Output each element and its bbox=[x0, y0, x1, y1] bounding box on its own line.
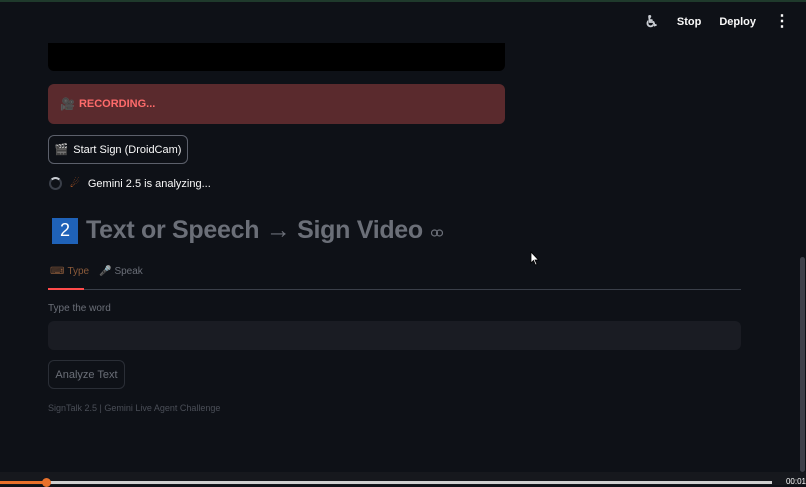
start-sign-label: Start Sign (DroidCam) bbox=[73, 143, 182, 156]
active-tab-indicator bbox=[48, 288, 84, 290]
camera-feed bbox=[48, 43, 505, 71]
analysis-status: ☄ Gemini 2.5 is analyzing... bbox=[49, 177, 211, 190]
seek-track[interactable] bbox=[0, 481, 772, 484]
video-player-bar: 00:01 bbox=[0, 472, 806, 487]
camera-icon: 🎥 bbox=[60, 97, 75, 111]
comet-icon: ☄ bbox=[70, 178, 80, 190]
clapperboard-icon: 🎬 bbox=[54, 144, 69, 156]
spinner-icon bbox=[49, 177, 62, 190]
input-mode-tabs: ⌨ Type 🎤 Speak bbox=[48, 260, 741, 290]
deploy-button[interactable]: Deploy bbox=[719, 16, 756, 28]
recording-text: RECORDING... bbox=[78, 98, 156, 110]
tab-speak[interactable]: 🎤 Speak bbox=[99, 266, 143, 277]
section-number-badge: 2 bbox=[52, 217, 78, 244]
recording-alert: 🎥 RECORDING... bbox=[48, 84, 505, 124]
word-input-label: Type the word bbox=[48, 303, 111, 314]
analyze-text-button[interactable]: Analyze Text bbox=[48, 360, 125, 389]
kebab-menu-icon[interactable]: ⋮ bbox=[774, 14, 790, 30]
footer-text: SignTalk 2.5 | Gemini Live Agent Challen… bbox=[48, 403, 221, 413]
section-heading: 2 Text or Speech → Sign Video bbox=[52, 216, 443, 245]
tab-type-label: Type bbox=[67, 266, 90, 277]
start-sign-button[interactable]: 🎬 Start Sign (DroidCam) bbox=[48, 135, 188, 164]
status-text: Gemini 2.5 is analyzing... bbox=[87, 177, 211, 190]
tab-type[interactable]: ⌨ Type bbox=[50, 266, 89, 277]
keyboard-icon: ⌨ bbox=[50, 266, 65, 277]
stop-button[interactable]: Stop bbox=[677, 16, 701, 28]
mouse-cursor-icon bbox=[530, 250, 540, 271]
anchor-link-icon[interactable] bbox=[430, 226, 443, 240]
seek-progress bbox=[0, 481, 46, 484]
seek-handle[interactable] bbox=[42, 478, 51, 487]
scrollbar-thumb[interactable] bbox=[800, 257, 805, 472]
running-man-icon: ♿︎ bbox=[644, 14, 659, 31]
tab-speak-label: Speak bbox=[114, 266, 143, 277]
section-title: Text or Speech → Sign Video bbox=[86, 216, 423, 244]
word-input[interactable] bbox=[48, 321, 741, 350]
microphone-icon: 🎤 bbox=[99, 266, 112, 277]
app-header: ♿︎ Stop Deploy ⋮ bbox=[645, 0, 806, 44]
